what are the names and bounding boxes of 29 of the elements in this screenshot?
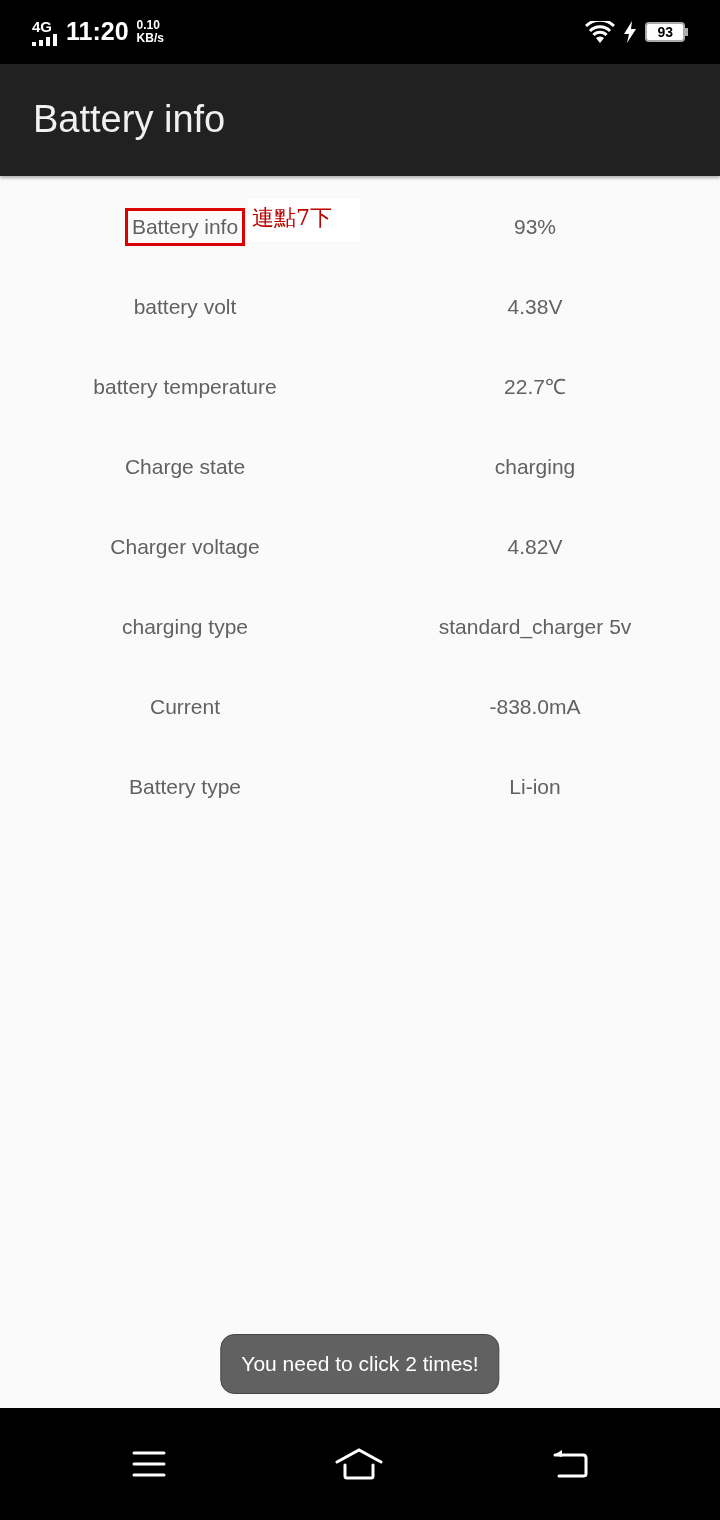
signal-icon: [32, 33, 58, 46]
info-value: standard_charger 5v: [438, 614, 632, 641]
toast-message: You need to click 2 times!: [220, 1334, 500, 1394]
info-value: 4.82V: [507, 534, 563, 561]
info-label: battery volt: [133, 294, 237, 321]
info-value: 93%: [514, 214, 556, 241]
home-icon[interactable]: [335, 1448, 383, 1480]
info-label: Charge state: [124, 454, 246, 481]
menu-icon[interactable]: [132, 1451, 167, 1477]
back-icon[interactable]: [551, 1449, 588, 1479]
info-label: Current: [150, 694, 220, 721]
app-title: Battery info: [33, 97, 226, 143]
network-speed: 0.10: [136, 19, 161, 32]
info-label: charging type: [121, 614, 249, 641]
info-label: Battery info: [127, 211, 243, 243]
info-value: -838.0mA: [489, 694, 581, 721]
speed-unit: KB/s: [136, 32, 164, 45]
info-label: battery temperature: [93, 374, 277, 401]
wifi-icon: [585, 21, 616, 43]
battery-icon: 93: [645, 22, 688, 42]
info-value: Li-ion: [509, 774, 561, 801]
info-value: 22.7℃: [504, 374, 566, 401]
info-value: 4.38V: [507, 294, 563, 321]
info-label: Charger voltage: [110, 534, 260, 561]
info-label: Battery type: [128, 774, 242, 801]
info-value: charging: [494, 454, 576, 481]
clock: 11:20: [66, 16, 129, 48]
annotation-note: 連點7下: [248, 199, 361, 242]
network-type: 4G: [32, 18, 52, 34]
